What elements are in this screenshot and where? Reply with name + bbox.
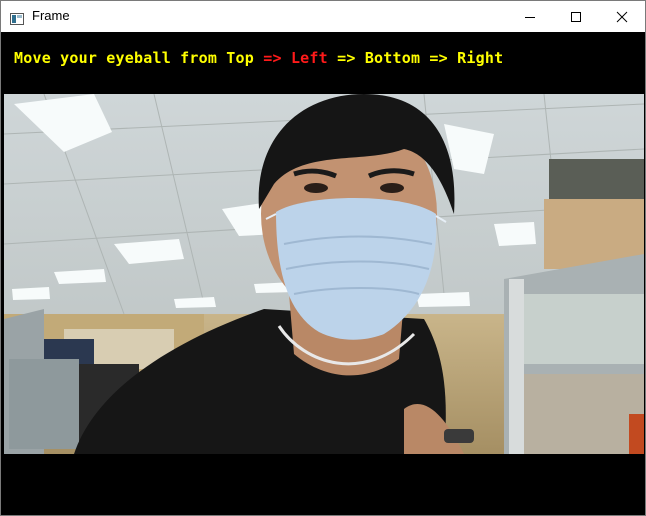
title-bar[interactable]: Frame	[1, 1, 645, 32]
instruction-step-right: Right	[457, 49, 504, 67]
minimize-button[interactable]	[507, 1, 553, 32]
instruction-arrow-2: =>	[327, 49, 365, 67]
app-window: Frame Move your eyeball from Top => Left…	[0, 0, 646, 516]
minimize-icon	[525, 16, 535, 18]
frame-content: Move your eyeball from Top => Left => Bo…	[1, 32, 645, 515]
window-title: Frame	[32, 8, 70, 23]
close-icon	[616, 11, 628, 22]
close-button[interactable]	[599, 1, 645, 32]
maximize-button[interactable]	[553, 1, 599, 32]
app-window-icon	[10, 10, 24, 25]
instruction-prefix: Move your eyeball from Top	[14, 49, 254, 67]
webcam-feed	[4, 94, 644, 454]
webcam-image	[4, 94, 644, 454]
instruction-arrow-1: =>	[254, 49, 291, 67]
instruction-overlay: Move your eyeball from Top => Left => Bo…	[14, 49, 503, 67]
instruction-step-left: Left	[290, 49, 328, 67]
instruction-step-bottom: Bottom	[364, 49, 421, 67]
maximize-icon	[571, 11, 581, 22]
instruction-arrow-3: =>	[420, 49, 458, 67]
